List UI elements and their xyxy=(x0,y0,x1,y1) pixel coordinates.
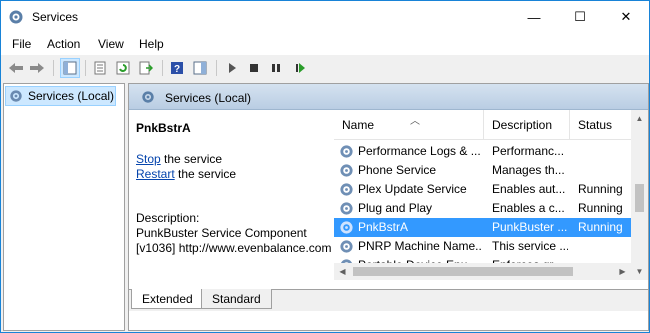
minimize-button[interactable]: — xyxy=(511,1,557,33)
table-row[interactable]: Phone Service Manages th... xyxy=(334,161,631,180)
service-gear-icon xyxy=(340,183,353,196)
console-tree-icon[interactable] xyxy=(60,58,80,78)
service-name-cell: Phone Service xyxy=(358,163,437,177)
service-gear-icon xyxy=(340,240,353,253)
service-name-cell: PNRP Machine Name... xyxy=(358,239,482,253)
view-tabs: Extended Standard xyxy=(129,289,648,311)
scroll-up-icon[interactable]: ▲ xyxy=(631,110,648,127)
close-icon: ✕ xyxy=(620,9,632,24)
properties-icon[interactable] xyxy=(90,58,110,78)
vertical-scroll-thumb[interactable] xyxy=(635,184,644,212)
menu-bar: File Action View Help xyxy=(1,33,649,55)
description-label: Description: xyxy=(136,211,200,225)
window-title: Services xyxy=(32,10,79,24)
services-gear-icon xyxy=(10,90,22,102)
service-status-cell: Running xyxy=(578,182,623,196)
close-button[interactable]: ✕ xyxy=(603,1,649,33)
table-row[interactable]: PNRP Machine Name... This service ... xyxy=(334,237,631,256)
menu-file[interactable]: File xyxy=(12,37,31,51)
scroll-right-icon[interactable]: ▶ xyxy=(614,263,631,280)
service-name-cell: Performance Logs & ... xyxy=(358,144,481,158)
column-header-name[interactable]: Name ︿ xyxy=(334,110,484,140)
services-panel: Services (Local) PnkBstrA Stop the servi… xyxy=(128,83,649,331)
restart-service-link[interactable]: Restart xyxy=(136,167,175,181)
stop-suffix: the service xyxy=(160,152,223,166)
description-line-1: PunkBuster Service Component xyxy=(136,226,307,240)
description-line-2: [v1036] http://www.evenbalance.com xyxy=(136,241,332,255)
maximize-button[interactable]: ☐ xyxy=(557,1,603,33)
svg-text:?: ? xyxy=(174,64,180,75)
restart-service-icon[interactable] xyxy=(290,58,310,78)
console-tree: Services (Local) xyxy=(3,83,125,331)
pause-service-icon[interactable] xyxy=(266,58,286,78)
column-header-status[interactable]: Status xyxy=(570,110,631,140)
show-hide-icon[interactable] xyxy=(190,58,210,78)
services-gear-icon xyxy=(9,10,23,24)
sort-ascending-icon: ︿ xyxy=(410,116,420,127)
start-service-icon[interactable] xyxy=(222,58,242,78)
refresh-icon[interactable] xyxy=(113,58,133,78)
service-description-cell: Performanc... xyxy=(492,144,565,158)
service-gear-icon xyxy=(340,164,353,177)
restart-line: Restart the service xyxy=(136,167,236,181)
service-status-cell: Running xyxy=(578,220,623,234)
service-description-cell: Enables aut... xyxy=(492,182,566,196)
toolbar-separator xyxy=(85,60,86,76)
minimize-icon: — xyxy=(527,9,541,25)
selected-service-name: PnkBstrA xyxy=(136,121,191,135)
toolbar-separator xyxy=(53,60,54,76)
toolbar: ? xyxy=(1,55,649,81)
tree-item-label: Services (Local) xyxy=(28,89,115,103)
horizontal-scroll-thumb[interactable] xyxy=(353,267,573,276)
toolbar-separator xyxy=(162,60,163,76)
service-gear-icon xyxy=(340,145,353,158)
panel-header-title: Services (Local) xyxy=(165,91,252,105)
service-description-cell: Enables a c... xyxy=(492,201,565,215)
column-header-row: Name ︿ Description Status xyxy=(334,110,631,140)
panel-header: Services (Local) xyxy=(129,84,648,110)
table-row[interactable]: Plex Update Service Enables aut... Runni… xyxy=(334,180,631,199)
title-bar[interactable]: Services — ☐ ✕ xyxy=(1,1,649,33)
column-header-description[interactable]: Description xyxy=(484,110,570,140)
service-gear-icon xyxy=(340,202,353,215)
scroll-left-icon[interactable]: ◀ xyxy=(334,263,351,280)
tree-item-services-local[interactable]: Services (Local) xyxy=(5,86,116,106)
help-icon[interactable]: ? xyxy=(167,58,187,78)
scroll-down-icon[interactable]: ▼ xyxy=(631,263,648,280)
services-window: Services — ☐ ✕ File Action View Help ? S… xyxy=(0,0,650,333)
stop-line: Stop the service xyxy=(136,152,222,166)
menu-action[interactable]: Action xyxy=(47,37,80,51)
services-gear-icon xyxy=(142,91,154,103)
service-name-cell: Plex Update Service xyxy=(358,182,467,196)
table-row[interactable]: Performance Logs & ... Performanc... xyxy=(334,142,631,161)
service-gear-icon xyxy=(340,221,353,234)
forward-arrow-icon[interactable] xyxy=(27,58,47,78)
service-status-cell: Running xyxy=(578,201,623,215)
export-icon[interactable] xyxy=(136,58,156,78)
stop-service-link[interactable]: Stop xyxy=(136,152,161,166)
maximize-icon: ☐ xyxy=(574,9,586,24)
menu-help[interactable]: Help xyxy=(139,37,164,51)
service-description-cell: Manages th... xyxy=(492,163,565,177)
service-description-cell: PunkBuster ... xyxy=(492,220,568,234)
back-arrow-icon[interactable] xyxy=(6,58,26,78)
service-name-cell: PnkBstrA xyxy=(358,220,409,234)
table-row[interactable]: Plug and Play Enables a c... Running xyxy=(334,199,631,218)
toolbar-separator xyxy=(216,60,217,76)
stop-service-icon[interactable] xyxy=(244,58,264,78)
tab-standard[interactable]: Standard xyxy=(201,289,272,309)
vertical-scrollbar[interactable]: ▲ ▼ xyxy=(631,110,648,280)
service-description-cell: This service ... xyxy=(492,239,568,253)
menu-view[interactable]: View xyxy=(98,37,124,51)
services-list: Name ︿ Description Status Performance Lo… xyxy=(334,110,631,280)
tab-extended[interactable]: Extended xyxy=(131,289,204,309)
horizontal-scrollbar[interactable]: ◀ ▶ xyxy=(334,263,631,280)
service-name-cell: Plug and Play xyxy=(358,201,433,215)
table-row-selected[interactable]: PnkBstrA PunkBuster ... Running xyxy=(334,218,631,237)
restart-suffix: the service xyxy=(174,167,237,181)
